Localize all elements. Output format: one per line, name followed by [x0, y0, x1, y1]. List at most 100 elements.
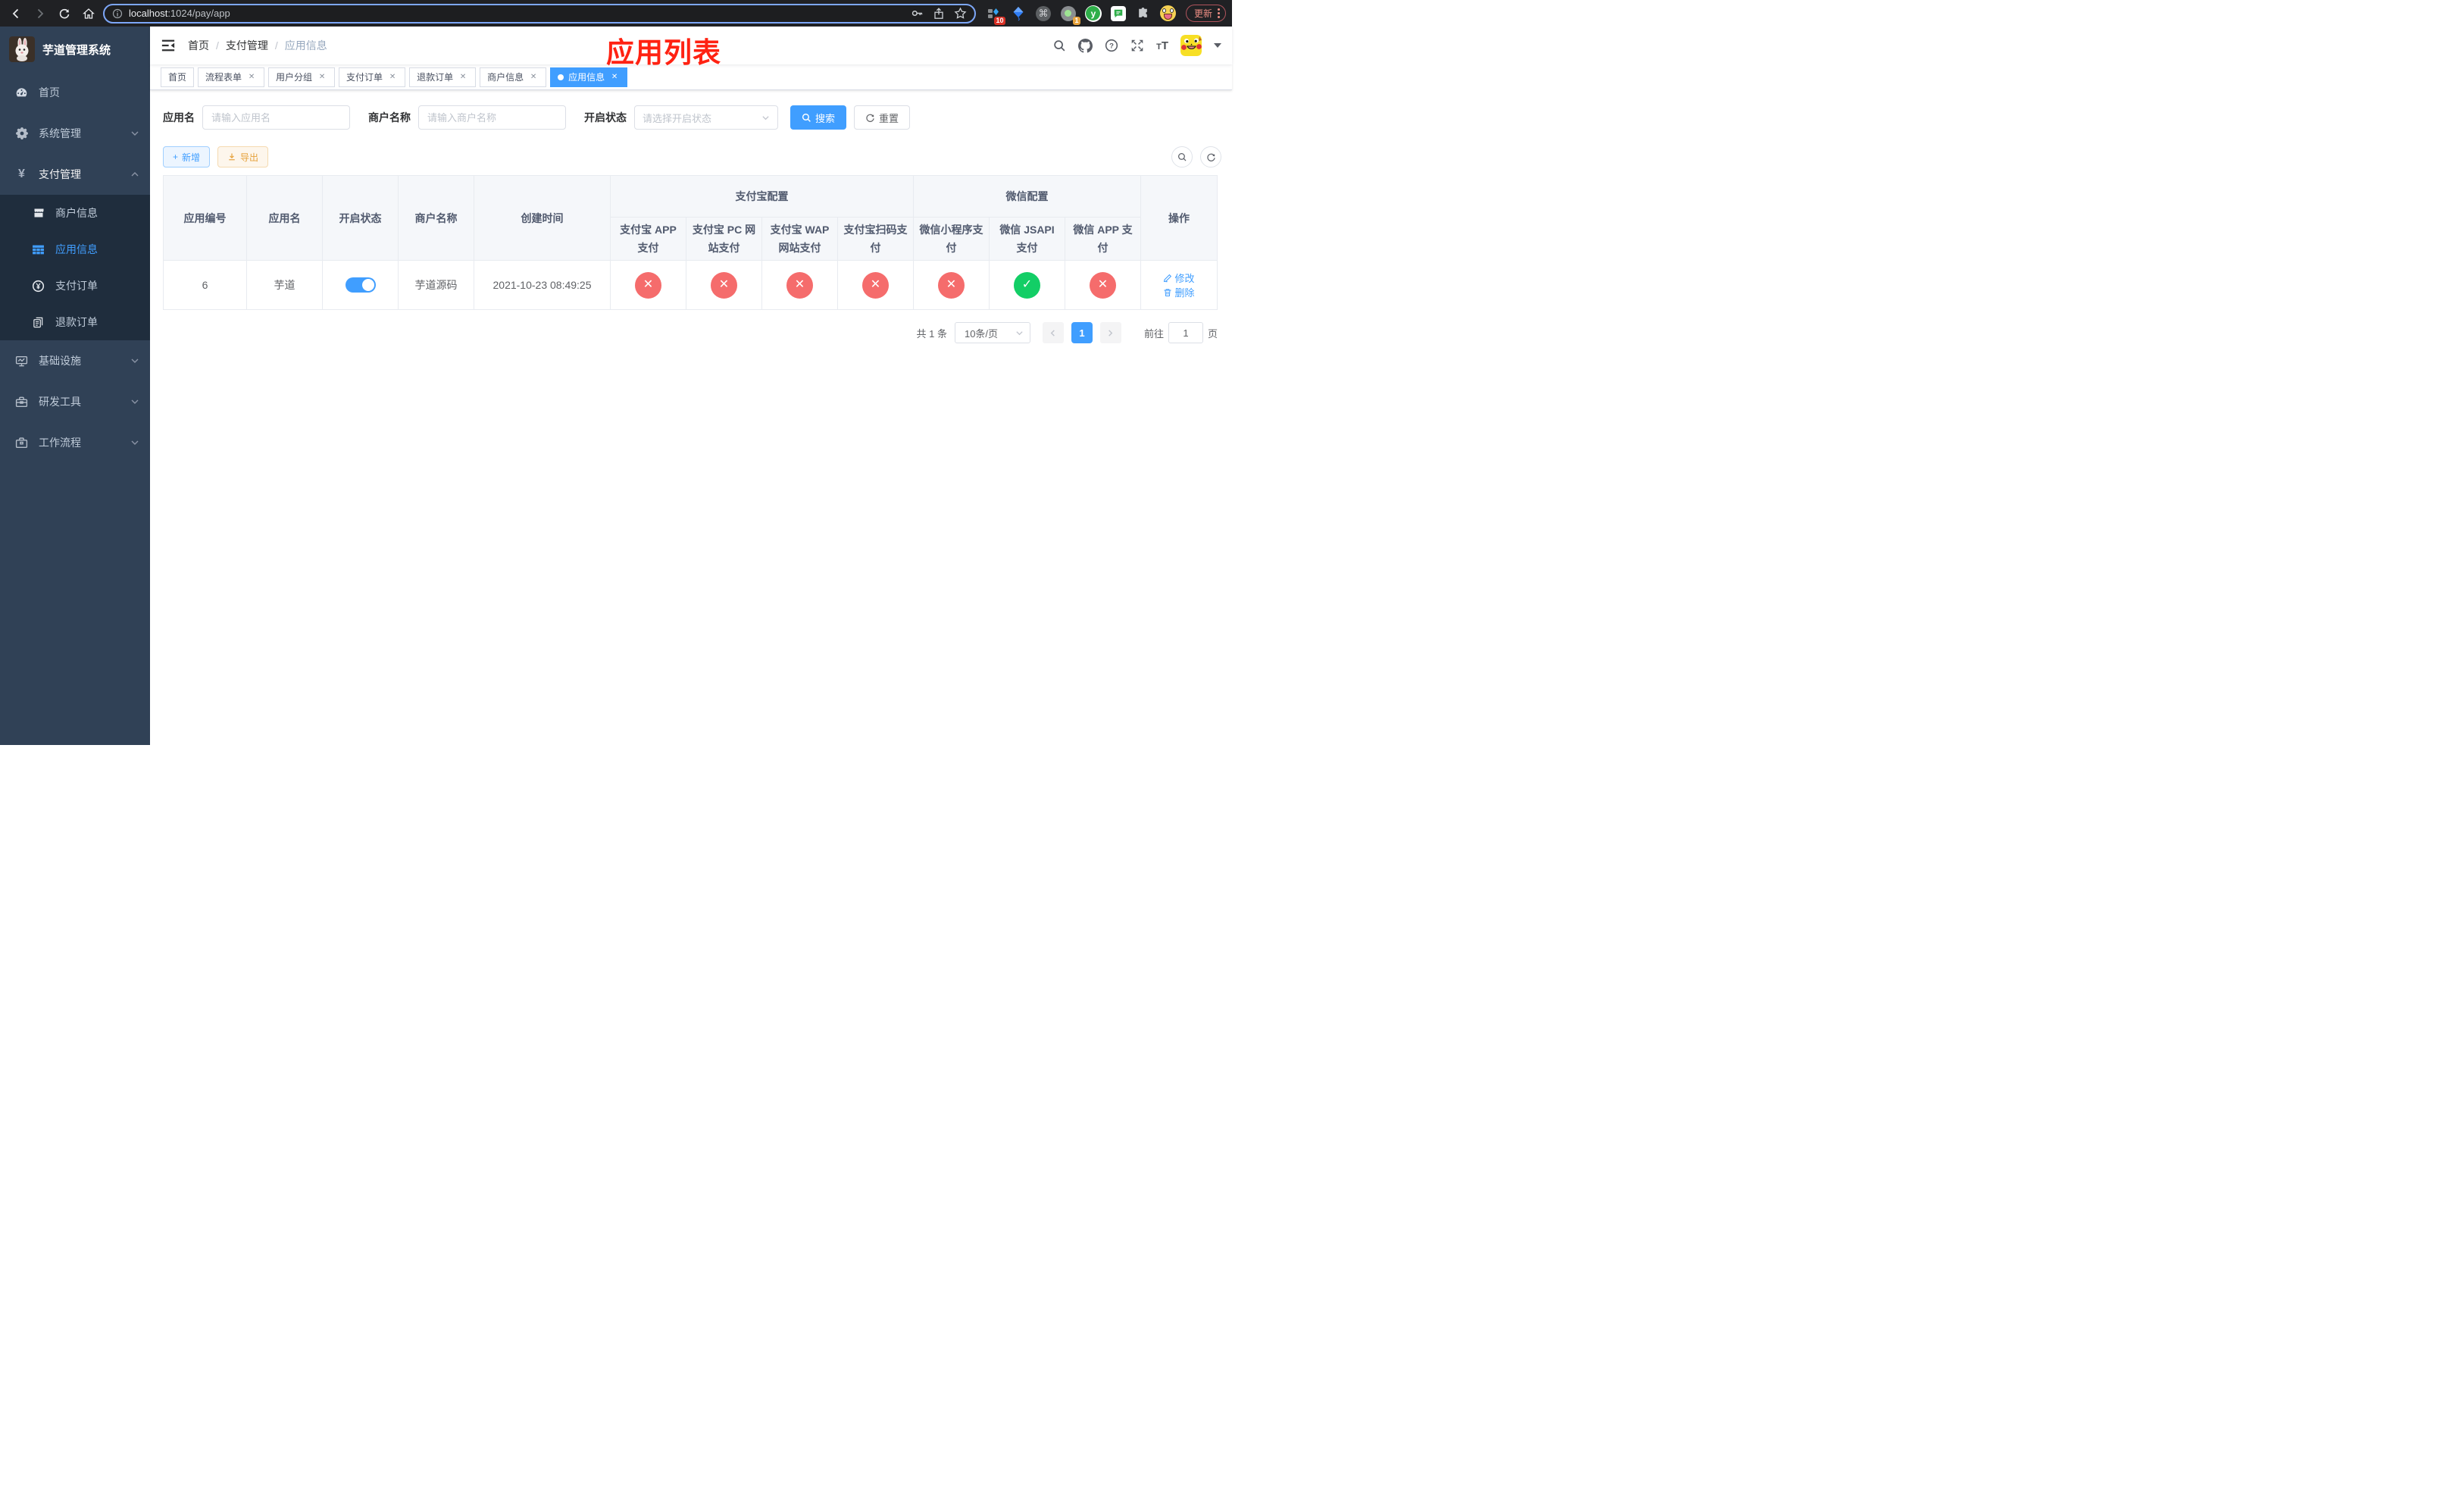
browser-update-button[interactable]: 更新 [1185, 5, 1226, 22]
sidebar-item-home[interactable]: 首页 [0, 72, 150, 113]
sidebar-item-devtools[interactable]: 研发工具 [0, 381, 150, 422]
font-size-icon[interactable]: TT [1156, 39, 1168, 52]
kite-extension-icon[interactable] [1010, 5, 1027, 22]
tab-user-group[interactable]: 用户分组 ✕ [268, 67, 336, 87]
close-icon[interactable]: ✕ [317, 72, 327, 83]
col-alipay-qr: 支付宝扫码支付 [837, 217, 914, 261]
close-icon[interactable]: ✕ [609, 72, 620, 83]
enabled-toggle[interactable] [345, 277, 376, 293]
header-search-icon[interactable] [1053, 39, 1066, 52]
breadcrumb-home[interactable]: 首页 [188, 38, 209, 53]
sidebar-item-label: 工作流程 [39, 437, 81, 449]
col-app-name: 应用名 [246, 175, 323, 261]
cell-app-name: 芋道 [246, 260, 323, 310]
export-button[interactable]: 导出 [217, 146, 269, 167]
document-copy-icon [32, 317, 45, 328]
chevron-down-icon [131, 399, 139, 404]
tab-refund-order[interactable]: 退款订单 ✕ [409, 67, 477, 87]
reset-button[interactable]: 重置 [854, 105, 911, 130]
page-number-button[interactable]: 1 [1071, 322, 1093, 343]
svg-text:?: ? [1109, 42, 1114, 50]
app-title: 芋道管理系统 [42, 43, 111, 57]
diamond-icon [1013, 6, 1024, 20]
tab-process-form[interactable]: 流程表单 ✕ [198, 67, 265, 87]
user-avatar[interactable] [1180, 35, 1202, 56]
chat-bubble-icon [1110, 5, 1126, 21]
chat-extension-icon[interactable] [1110, 5, 1127, 22]
extensions-puzzle-button[interactable] [1135, 5, 1152, 22]
y-extension-icon[interactable]: y [1084, 5, 1102, 22]
status-select[interactable]: 请选择开启状态 [634, 105, 778, 130]
pinned-extension-icon[interactable]: 10 [985, 5, 1005, 25]
table-row: 6 芋道 芋道源码 2021-10-23 08:49:25 ✕ ✕ ✕ ✕ ✕ … [163, 260, 1218, 310]
command-extension-icon[interactable]: ⌘ [1035, 5, 1052, 22]
close-icon[interactable]: ✕ [387, 72, 398, 83]
delete-link[interactable]: 删除 [1163, 285, 1195, 299]
browser-forward-button[interactable] [30, 4, 50, 23]
sidebar-item-pay-order[interactable]: 支付订单 [0, 268, 150, 304]
jump-prefix: 前往 [1143, 327, 1164, 340]
next-page-button[interactable] [1099, 322, 1121, 343]
chevron-up-icon [131, 172, 139, 177]
alipay-qr-status-icon: ✕ [862, 271, 889, 299]
tab-merchant-info[interactable]: 商户信息 ✕ [480, 67, 547, 87]
breadcrumb-pay[interactable]: 支付管理 [226, 38, 268, 53]
collapse-sidebar-icon[interactable] [161, 38, 176, 53]
sidebar-item-system[interactable]: 系统管理 [0, 113, 150, 154]
jump-suffix: 页 [1207, 327, 1218, 340]
browser-back-button[interactable] [6, 4, 26, 23]
grid-table-icon [32, 243, 45, 256]
wx-jsapi-status-icon: ✓ [1014, 271, 1040, 299]
back-icon [12, 8, 19, 18]
sidebar-item-workflow[interactable]: 工作流程 [0, 422, 150, 463]
fullscreen-icon[interactable] [1130, 39, 1144, 52]
browser-reload-button[interactable] [55, 4, 74, 23]
extensions-row: 10 ⌘ 1 y [980, 5, 1181, 25]
page-size-select[interactable]: 10条/页 [954, 322, 1030, 343]
browser-menu-icon[interactable] [1216, 7, 1221, 20]
merchant-name-input[interactable] [418, 105, 566, 130]
github-icon[interactable] [1078, 38, 1093, 53]
add-button[interactable]: + 新增 [163, 146, 211, 167]
app-name-label: 应用名 [163, 111, 195, 124]
sidebar-item-refund-order[interactable]: 退款订单 [0, 304, 150, 340]
password-key-icon[interactable] [911, 7, 924, 20]
edit-link[interactable]: 修改 [1163, 271, 1195, 285]
close-icon[interactable]: ✕ [246, 72, 257, 83]
alipay-wap-status-icon: ✕ [786, 271, 813, 299]
close-icon[interactable]: ✕ [528, 72, 539, 83]
group-alipay-config: 支付宝配置 [610, 175, 914, 218]
share-icon[interactable] [933, 7, 945, 20]
site-info-icon[interactable] [112, 8, 123, 19]
avatar-image [1180, 35, 1202, 56]
cell-created: 2021-10-23 08:49:25 [474, 260, 611, 310]
emoji-extension-icon[interactable] [1160, 5, 1177, 22]
sidebar-item-merchant-info[interactable]: 商户信息 [0, 195, 150, 231]
sidebar-logo-row[interactable]: 芋道管理系统 [0, 27, 150, 72]
search-button[interactable]: 搜索 [790, 105, 847, 130]
sidebar-item-label: 退款订单 [55, 316, 98, 328]
sidebar-item-pay[interactable]: ¥ 支付管理 [0, 154, 150, 195]
app-name-input[interactable] [202, 105, 350, 130]
tab-pay-order[interactable]: 支付订单 ✕ [339, 67, 406, 87]
col-wx-jsapi: 微信 JSAPI 支付 [989, 217, 1065, 261]
browser-home-button[interactable] [79, 4, 98, 23]
sidebar-item-label: 首页 [39, 86, 60, 99]
jump-page-input[interactable] [1168, 322, 1203, 343]
prev-page-button[interactable] [1042, 322, 1064, 343]
sidebar-item-infra[interactable]: 基础设施 [0, 340, 150, 381]
col-created: 创建时间 [474, 175, 611, 261]
bookmark-star-icon[interactable] [954, 7, 967, 20]
table-toolbar: + 新增 导出 [163, 146, 1221, 167]
proxy-extension-icon[interactable]: 1 [1060, 5, 1080, 25]
reload-icon [59, 8, 70, 18]
address-bar[interactable]: localhost:1024/pay/app [103, 3, 976, 23]
toggle-search-button[interactable] [1171, 146, 1193, 167]
avatar-caret-icon[interactable] [1214, 43, 1221, 48]
tab-home[interactable]: 首页 [161, 67, 195, 87]
sidebar-item-app-info[interactable]: 应用信息 [0, 231, 150, 268]
help-icon[interactable]: ? [1105, 39, 1118, 52]
refresh-table-button[interactable] [1200, 146, 1221, 167]
emoji-face-icon [1160, 5, 1177, 21]
close-icon[interactable]: ✕ [458, 72, 468, 83]
